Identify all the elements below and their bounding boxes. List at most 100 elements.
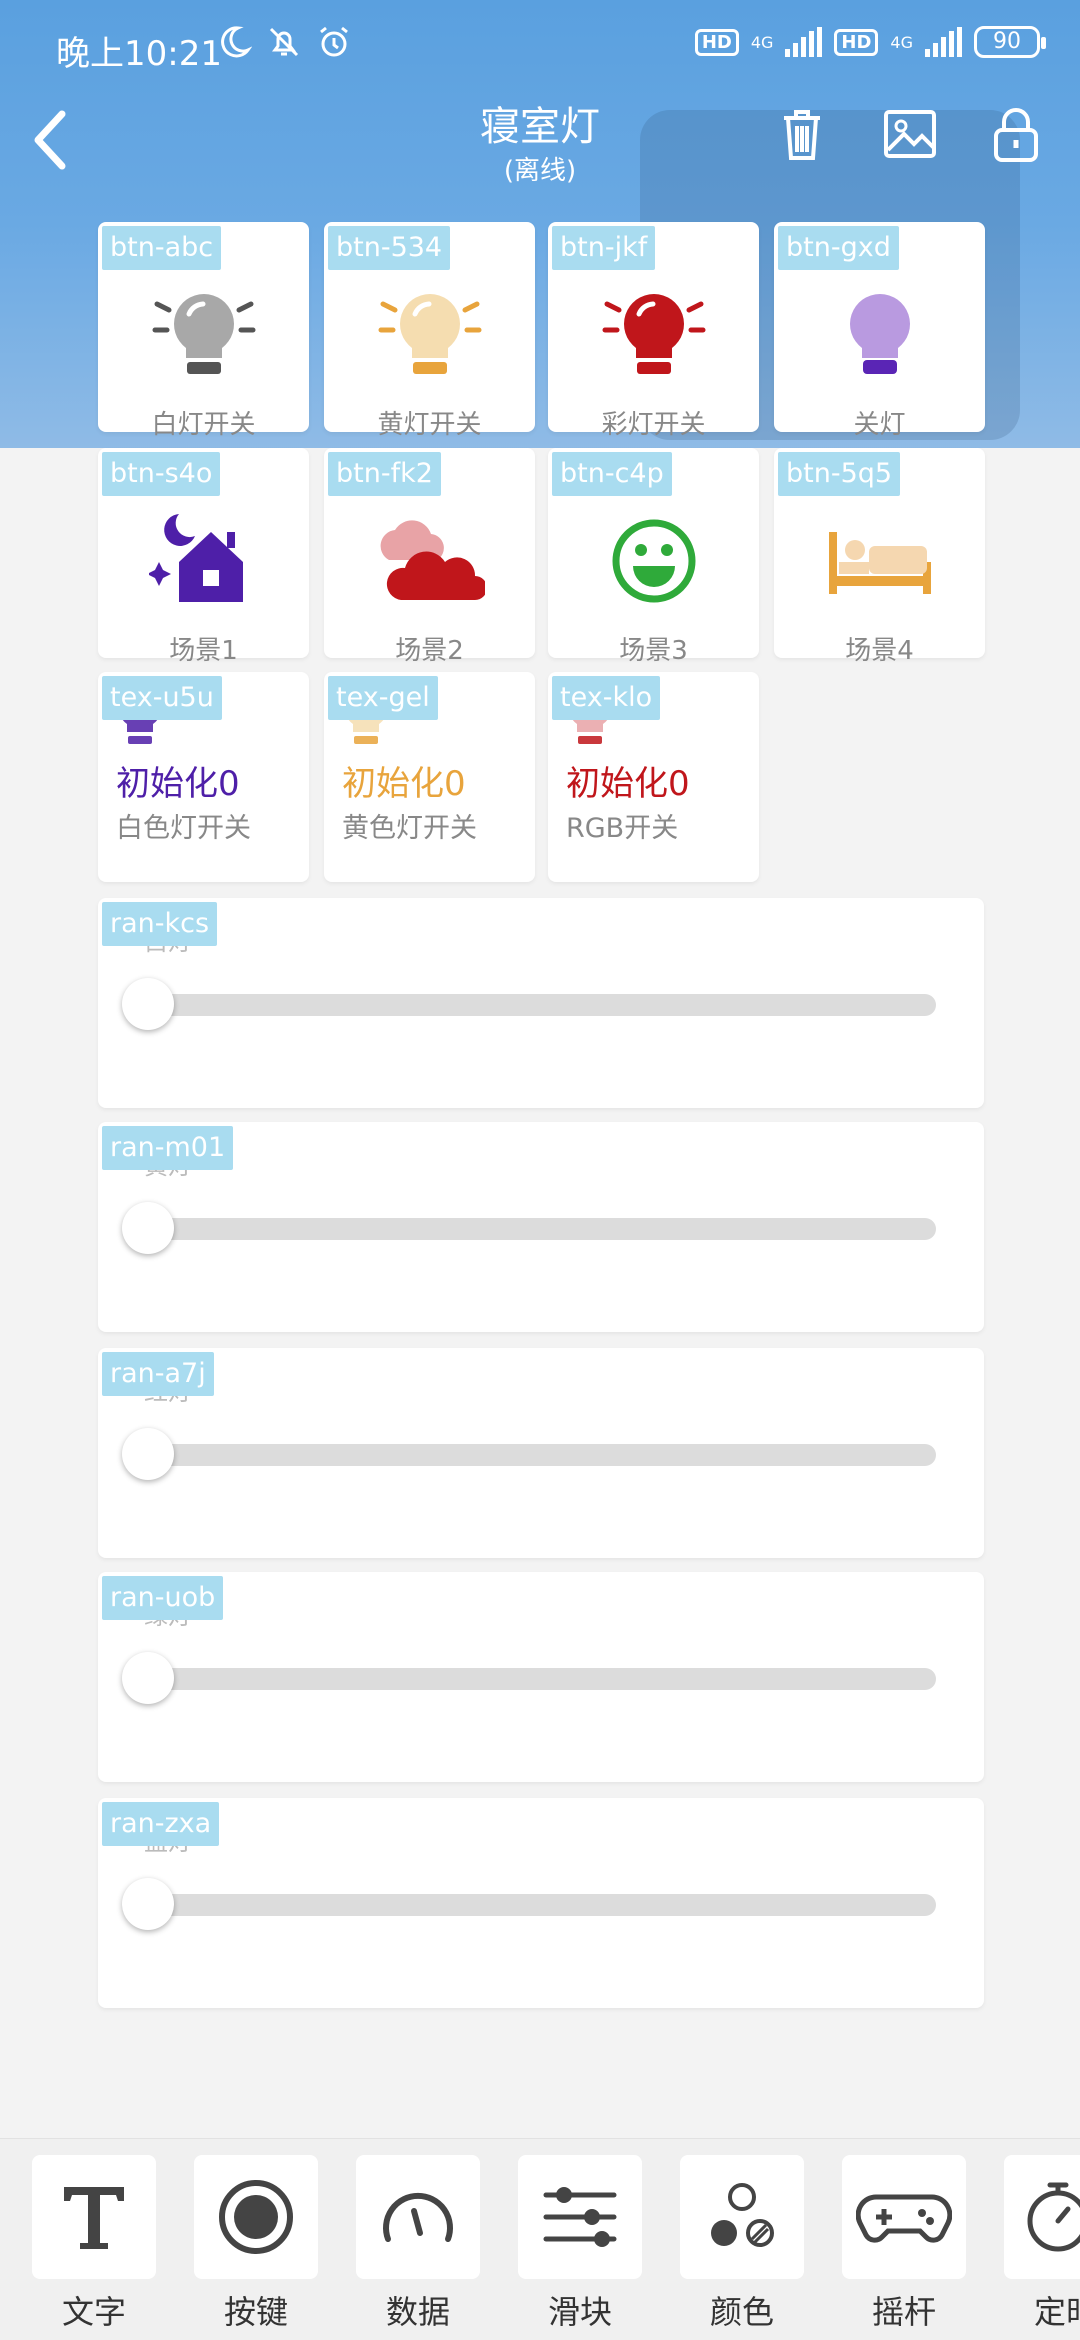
widget-tag: btn-gxd (778, 226, 899, 270)
text-card-rgb: tex-klo 初始化0 RGB开关 (548, 672, 759, 882)
tool-label: 滑块 (547, 2293, 612, 2331)
text-label: 黄色灯开关 (342, 813, 477, 844)
signal-icon-2 (925, 27, 962, 57)
slider-icon (543, 2187, 617, 2247)
button-label: 关灯 (853, 410, 906, 440)
widget-tag: btn-abc (102, 226, 222, 270)
smile-icon (612, 519, 695, 603)
widget-toolbar: 文字 按键 数据 滑块 颜色 摇杆 定 (0, 2138, 1080, 2340)
tool-timer[interactable]: 定时 (1004, 2155, 1080, 2333)
text-value: 初始化0 (116, 764, 240, 804)
button-card-scene-1[interactable]: btn-s4o 场景1 (98, 448, 309, 666)
button-card-lights-off[interactable]: btn-gxd 关灯 (774, 222, 985, 440)
widget-tag: tex-klo (552, 676, 661, 720)
slider-thumb[interactable] (122, 1652, 174, 1704)
night-house-icon (148, 514, 243, 602)
slider-track[interactable] (148, 1218, 936, 1240)
slider-card-red: 红灯 ran-a7j (98, 1348, 984, 1558)
widget-tag: ran-kcs (102, 902, 218, 946)
tool-data[interactable]: 数据 (356, 2155, 480, 2333)
timer-icon (1027, 2182, 1080, 2252)
tool-joystick-box[interactable] (842, 2155, 966, 2279)
tool-label: 颜色 (709, 2293, 774, 2331)
slider-track[interactable] (148, 1444, 936, 1466)
text-value: 初始化0 (566, 764, 690, 804)
button-label: 黄灯开关 (377, 410, 482, 440)
widget-tag: btn-s4o (102, 452, 221, 496)
widget-tag: ran-zxa (102, 1802, 220, 1846)
widget-tag: ran-a7j (102, 1352, 214, 1396)
network-type: 4G (750, 32, 774, 52)
button-label: 彩灯开关 (601, 410, 706, 440)
button-card-scene-2[interactable]: btn-fk2 场景2 (324, 448, 535, 666)
slider-thumb[interactable] (122, 1202, 174, 1254)
bulb-off-icon (849, 294, 910, 374)
signal-icon (785, 27, 823, 57)
cloudy-icon (380, 520, 485, 600)
text-card-yellow: tex-gel 初始化0 黄色灯开关 (324, 672, 535, 882)
slider-card-blue: 蓝灯 ran-zxa (98, 1798, 984, 2008)
button-label: 场景1 (169, 636, 238, 666)
widget-tag: btn-c4p (552, 452, 672, 496)
tool-label: 数据 (385, 2293, 450, 2331)
moon-icon (221, 26, 252, 58)
color-icon (711, 2183, 774, 2247)
bulb-icon (602, 294, 705, 374)
bed-icon (828, 532, 931, 594)
bulb-icon (378, 294, 481, 374)
mute-bell-icon (269, 27, 299, 57)
slider-card-green: 绿灯 ran-uob (98, 1572, 984, 1782)
slider-card-white: 白灯 ran-kcs (98, 898, 984, 1108)
alarm-icon (320, 26, 348, 57)
tool-color-box[interactable] (680, 2155, 804, 2279)
slider-track[interactable] (148, 1668, 936, 1690)
tool-button[interactable]: 按键 (194, 2155, 318, 2333)
network-type-2: 4G (890, 32, 913, 52)
slider-card-yellow: 黄灯 ran-m01 (98, 1122, 984, 1332)
status-icons (216, 24, 352, 60)
tool-joystick[interactable]: 摇杆 (842, 2155, 966, 2333)
lock-icon[interactable] (986, 104, 1046, 164)
slider-thumb[interactable] (122, 978, 174, 1030)
slider-track[interactable] (148, 1894, 936, 1916)
button-label: 场景3 (619, 636, 688, 666)
status-time: 晚上10:21 (56, 34, 222, 74)
image-icon[interactable] (880, 104, 940, 164)
gamepad-icon (856, 2194, 952, 2243)
button-label: 白灯开关 (151, 410, 256, 440)
battery-icon: 90 (974, 26, 1046, 58)
slider-thumb[interactable] (122, 1428, 174, 1480)
widget-tag: btn-fk2 (328, 452, 441, 496)
button-card-white-light[interactable]: btn-abc 白灯开关 (98, 222, 309, 440)
button-card-scene-4[interactable]: btn-5q5 场景4 (774, 448, 985, 666)
button-card-scene-3[interactable]: btn-c4p 场景3 (548, 448, 759, 666)
slider-thumb[interactable] (122, 1878, 174, 1930)
tool-timer-box[interactable] (1004, 2155, 1080, 2279)
widget-tag: btn-534 (328, 226, 451, 270)
widget-tag: btn-jkf (552, 226, 656, 270)
hd-badge-2: HD (834, 28, 879, 56)
tool-label: 按键 (223, 2293, 288, 2331)
tool-data-box[interactable] (356, 2155, 480, 2279)
tool-slider-box[interactable] (518, 2155, 642, 2279)
widget-tag: tex-u5u (102, 676, 222, 720)
tool-text-box[interactable] (32, 2155, 156, 2279)
widget-tag: btn-5q5 (778, 452, 901, 496)
widget-tag: ran-uob (102, 1576, 224, 1620)
slider-track[interactable] (148, 994, 936, 1016)
gauge-icon (383, 2192, 453, 2242)
text-value: 初始化0 (342, 764, 466, 804)
button-card-color-light[interactable]: btn-jkf 彩灯开关 (548, 222, 759, 440)
status-bar: 晚上10:21 HD 4G HD 4G 90 (0, 0, 1080, 96)
button-label: 场景2 (395, 636, 464, 666)
trash-icon[interactable] (772, 104, 832, 164)
tool-color[interactable]: 颜色 (680, 2155, 804, 2333)
tool-slider[interactable]: 滑块 (518, 2155, 642, 2333)
text-label: RGB开关 (566, 813, 679, 844)
tool-label: 文字 (61, 2293, 126, 2331)
tool-button-box[interactable] (194, 2155, 318, 2279)
tool-text[interactable]: 文字 (32, 2155, 156, 2333)
widget-tag: tex-gel (328, 676, 438, 720)
button-card-yellow-light[interactable]: btn-534 黄灯开关 (324, 222, 535, 440)
hd-badge: HD (694, 28, 739, 56)
